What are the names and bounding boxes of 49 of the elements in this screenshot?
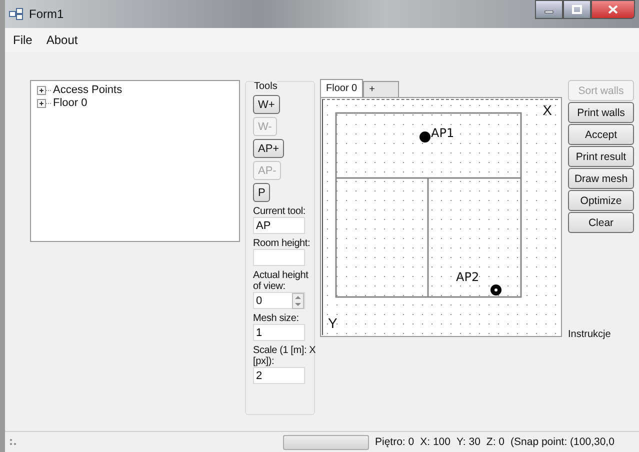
text-field[interactable]: AP <box>253 217 305 234</box>
menu-item[interactable]: About <box>46 33 78 47</box>
field-label: Actual height of view: <box>253 270 310 292</box>
tree-item[interactable]: Access Points <box>53 84 122 96</box>
access-point-marker <box>490 284 502 296</box>
axis-label: X <box>542 102 552 118</box>
text-field[interactable]: 1 <box>253 324 305 341</box>
access-point-label: AP2 <box>456 270 480 284</box>
tool-button[interactable]: AP+ <box>253 139 284 158</box>
action-button[interactable]: Print result <box>568 146 634 167</box>
window-title: Form1 <box>29 7 64 21</box>
action-button[interactable]: Clear <box>568 212 634 233</box>
maximize-button[interactable] <box>563 0 591 19</box>
action-button[interactable]: Optimize <box>568 190 634 211</box>
grip-icon <box>9 438 17 446</box>
tab[interactable]: Floor 0 <box>320 79 364 97</box>
status-text: Y: 30 <box>456 436 480 448</box>
action-button[interactable]: Draw mesh <box>568 168 634 189</box>
text-field[interactable] <box>253 249 305 266</box>
instructions-label: Instrukcje <box>568 329 612 340</box>
group-title: Tools <box>254 81 278 92</box>
field-label: Current tool: <box>253 206 306 217</box>
tree-item[interactable]: Floor 0 <box>53 97 88 109</box>
action-button[interactable]: Print walls <box>568 102 634 123</box>
menu-item[interactable]: File <box>13 33 32 47</box>
access-point-label: AP1 <box>431 126 454 140</box>
tab[interactable]: + <box>363 81 400 97</box>
status-text: (Snap point: (100,30,0 <box>510 436 614 448</box>
access-point-marker <box>419 131 431 143</box>
close-icon <box>608 5 618 14</box>
field-label: Scale (1 [m]: X [px]): <box>253 345 317 367</box>
tool-button[interactable]: P <box>253 183 270 202</box>
field-label: Mesh size: <box>253 313 300 324</box>
text-field[interactable]: 2 <box>253 367 305 384</box>
status-text: Piętro: 0 <box>375 436 414 448</box>
close-button[interactable] <box>591 0 635 19</box>
expand-icon[interactable] <box>37 86 52 94</box>
axis-label: Y <box>328 315 338 331</box>
spin-field[interactable]: 0 <box>253 292 305 309</box>
action-button[interactable]: Accept <box>568 124 634 145</box>
maximize-icon <box>572 5 582 14</box>
status-text: X: 100 <box>420 436 450 448</box>
status-text: Z: 0 <box>486 436 505 448</box>
expand-icon[interactable] <box>37 98 52 108</box>
field-label: Room height: <box>253 238 312 249</box>
tool-button[interactable]: W+ <box>253 95 280 114</box>
window-icon <box>9 8 23 20</box>
minimize-button[interactable] <box>535 0 563 19</box>
spin-arrows-icon[interactable] <box>292 292 304 308</box>
